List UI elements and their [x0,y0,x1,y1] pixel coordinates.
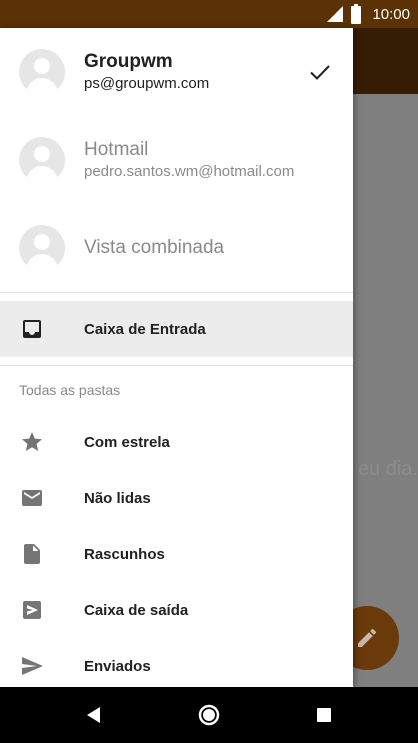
battery-icon [351,4,362,24]
account-text: Groupwm ps@groupwm.com [84,50,209,94]
mail-icon [22,490,42,506]
check-icon [310,65,330,80]
folder-inbox[interactable]: Caixa de Entrada [0,301,353,357]
account-groupwm[interactable]: Groupwm ps@groupwm.com [0,28,353,116]
folder-starred[interactable]: Com estrela [0,414,353,470]
inbox-icon [23,320,41,338]
draft-icon [24,544,40,564]
folder-label: Rascunhos [84,545,165,563]
navigation-drawer: Groupwm ps@groupwm.com Hotmail pedro.san… [0,28,353,687]
account-name: Hotmail [84,139,149,160]
recents-icon [317,708,331,722]
star-icon [22,432,42,451]
avatar [19,137,65,183]
home-icon [198,704,220,726]
folder-unread[interactable]: Não lidas [0,470,353,526]
system-nav-bar [0,687,418,743]
account-email: ps@groupwm.com [84,75,210,92]
recents-button[interactable] [312,703,336,727]
account-name: Groupwm [84,51,173,72]
folder-sent[interactable]: Enviados [0,638,353,687]
send-icon [22,657,43,675]
back-button[interactable] [82,703,106,727]
folder-label: Enviados [84,657,151,675]
account-hotmail[interactable]: Hotmail pedro.santos.wm@hotmail.com [0,116,353,204]
account-text: Vista combinada [84,236,224,260]
section-header: Todas as pastas [19,382,121,398]
signal-icon [327,6,344,22]
status-time: 10:00 [372,5,410,23]
status-bar: 10:00 [0,0,418,28]
status-icons: 10:00 [326,4,410,24]
edit-icon [358,628,377,647]
avatar [19,225,65,271]
folder-drafts[interactable]: Rascunhos [0,526,353,582]
folder-label: Caixa de saída [84,601,189,619]
folder-outbox[interactable]: Caixa de saída [0,582,353,638]
account-combined-view[interactable]: Vista combinada [0,204,353,292]
account-name: Vista combinada [84,237,225,258]
avatar [19,49,65,95]
account-text: Hotmail pedro.santos.wm@hotmail.com [84,138,294,182]
folder-label: Caixa de Entrada [84,320,206,338]
home-button[interactable] [197,703,221,727]
outbox-icon [23,601,41,619]
folder-label: Não lidas [84,489,151,507]
back-icon [87,707,100,723]
account-email: pedro.santos.wm@hotmail.com [84,163,295,180]
folder-label: Com estrela [84,433,170,451]
